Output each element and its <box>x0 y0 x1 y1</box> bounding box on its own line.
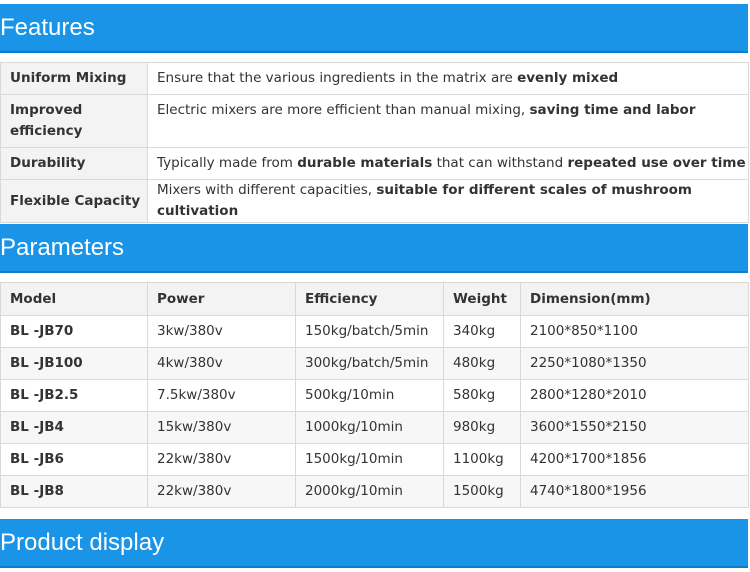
features-banner: Features <box>0 4 748 53</box>
model-cell: BL -JB4 <box>0 411 148 444</box>
table-row: BL -JB70 3kw/380v 150kg/batch/5min 340kg… <box>0 315 749 348</box>
product-display-title: Product display <box>0 529 165 556</box>
feature-row: Flexible Capacity Mixers with different … <box>0 179 749 223</box>
efficiency-cell: 300kg/batch/5min <box>295 347 444 380</box>
table-row: BL -JB6 22kw/380v 1500kg/10min 1100kg 42… <box>0 443 749 476</box>
feature-row: Improved efficiency Electric mixers are … <box>0 94 749 148</box>
product-display-banner: Product display <box>0 519 748 568</box>
power-cell: 7.5kw/380v <box>147 379 296 412</box>
column-header: Model <box>0 282 148 316</box>
column-header: Weight <box>443 282 521 316</box>
power-cell: 15kw/380v <box>147 411 296 444</box>
feature-name: Durability <box>0 147 148 180</box>
efficiency-cell: 2000kg/10min <box>295 475 444 508</box>
features-title: Features <box>0 14 95 41</box>
efficiency-cell: 150kg/batch/5min <box>295 315 444 348</box>
efficiency-cell: 1000kg/10min <box>295 411 444 444</box>
features-table: Uniform Mixing Ensure that the various i… <box>0 62 749 223</box>
weight-cell: 1500kg <box>443 475 521 508</box>
weight-cell: 480kg <box>443 347 521 380</box>
model-cell: BL -JB6 <box>0 443 148 476</box>
parameters-title: Parameters <box>0 234 125 261</box>
power-cell: 22kw/380v <box>147 443 296 476</box>
weight-cell: 340kg <box>443 315 521 348</box>
feature-description: Mixers with different capacities, suitab… <box>147 179 749 223</box>
dimension-cell: 4740*1800*1956 <box>520 475 749 508</box>
parameters-banner: Parameters <box>0 224 748 273</box>
feature-row: Uniform Mixing Ensure that the various i… <box>0 62 749 95</box>
table-row: BL -JB8 22kw/380v 2000kg/10min 1500kg 47… <box>0 475 749 508</box>
feature-name: Improved efficiency <box>0 94 148 148</box>
weight-cell: 980kg <box>443 411 521 444</box>
power-cell: 4kw/380v <box>147 347 296 380</box>
model-cell: BL -JB2.5 <box>0 379 148 412</box>
feature-name: Uniform Mixing <box>0 62 148 95</box>
parameters-table: Model Power Efficiency Weight Dimension(… <box>0 282 749 508</box>
table-row: BL -JB100 4kw/380v 300kg/batch/5min 480k… <box>0 347 749 380</box>
column-header: Dimension(mm) <box>520 282 749 316</box>
dimension-cell: 3600*1550*2150 <box>520 411 749 444</box>
column-header: Efficiency <box>295 282 444 316</box>
feature-description: Electric mixers are more efficient than … <box>147 94 749 148</box>
table-header-row: Model Power Efficiency Weight Dimension(… <box>0 282 749 316</box>
feature-description: Typically made from durable materials th… <box>147 147 749 180</box>
dimension-cell: 2800*1280*2010 <box>520 379 749 412</box>
table-row: BL -JB4 15kw/380v 1000kg/10min 980kg 360… <box>0 411 749 444</box>
model-cell: BL -JB70 <box>0 315 148 348</box>
model-cell: BL -JB100 <box>0 347 148 380</box>
efficiency-cell: 500kg/10min <box>295 379 444 412</box>
efficiency-cell: 1500kg/10min <box>295 443 444 476</box>
table-row: BL -JB2.5 7.5kw/380v 500kg/10min 580kg 2… <box>0 379 749 412</box>
column-header: Power <box>147 282 296 316</box>
feature-name: Flexible Capacity <box>0 179 148 223</box>
dimension-cell: 2250*1080*1350 <box>520 347 749 380</box>
feature-description: Ensure that the various ingredients in t… <box>147 62 749 95</box>
power-cell: 3kw/380v <box>147 315 296 348</box>
dimension-cell: 4200*1700*1856 <box>520 443 749 476</box>
weight-cell: 1100kg <box>443 443 521 476</box>
weight-cell: 580kg <box>443 379 521 412</box>
model-cell: BL -JB8 <box>0 475 148 508</box>
feature-row: Durability Typically made from durable m… <box>0 147 749 180</box>
dimension-cell: 2100*850*1100 <box>520 315 749 348</box>
power-cell: 22kw/380v <box>147 475 296 508</box>
